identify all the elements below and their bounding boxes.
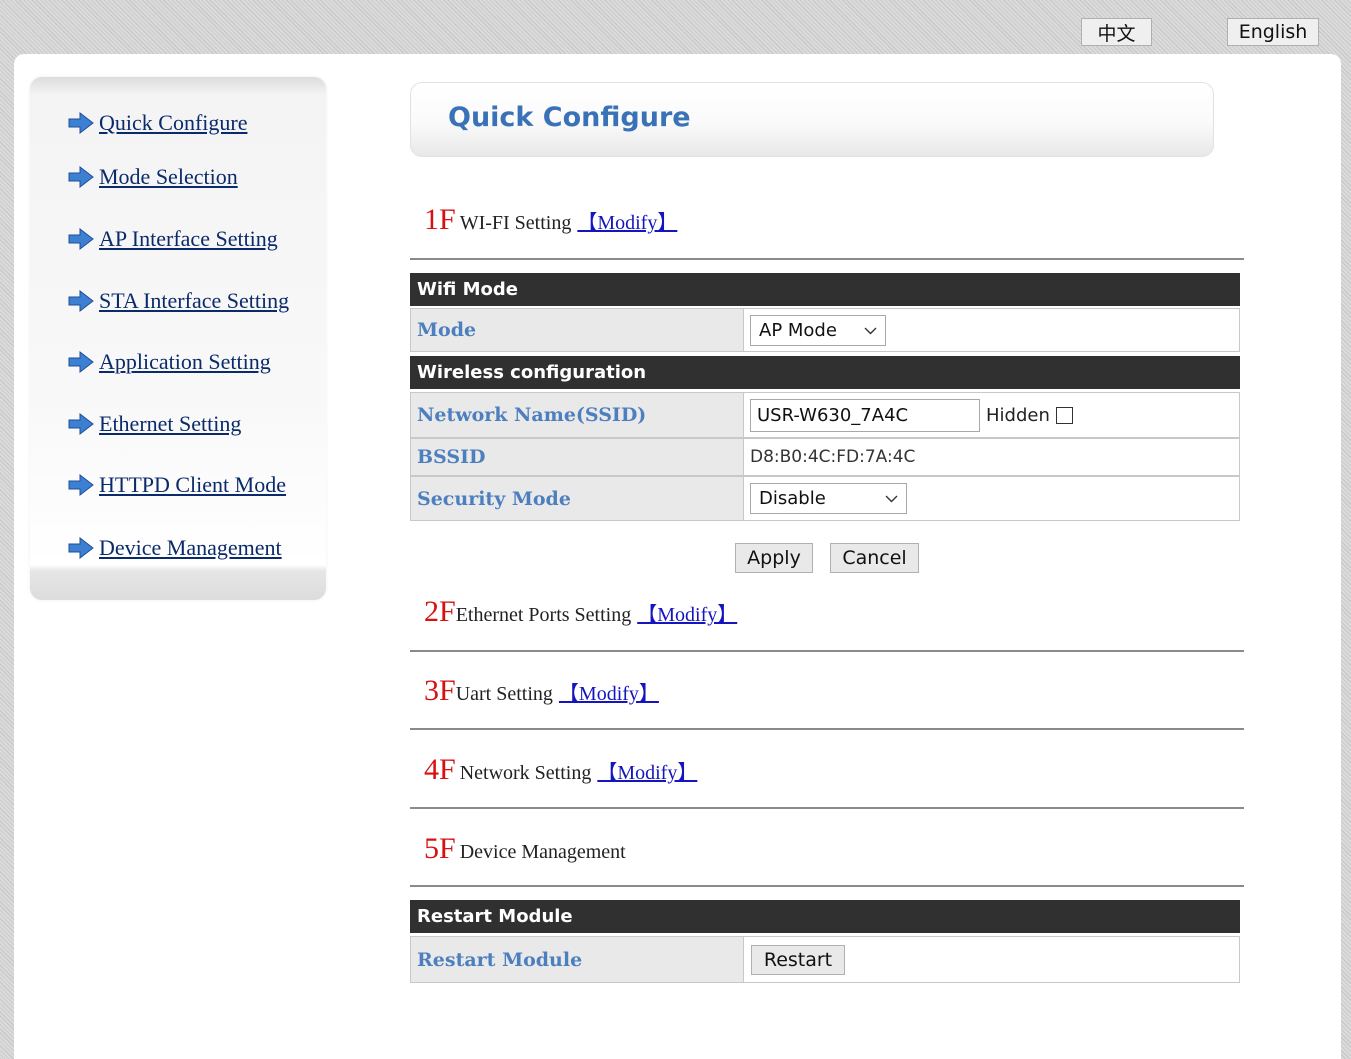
sidebar-item-label[interactable]: Application Setting — [99, 349, 271, 375]
section-network-setting: 4F Network Setting 【Modify】 — [424, 753, 697, 787]
chevron-down-icon — [885, 495, 898, 503]
sidebar-item-device-management[interactable]: Device Management — [68, 535, 282, 561]
sidebar-item-label[interactable]: Mode Selection — [99, 164, 238, 190]
sidebar-item-quick-configure[interactable]: Quick Configure — [68, 110, 247, 136]
sidebar-item-ap-interface-setting[interactable]: AP Interface Setting — [68, 226, 278, 252]
apply-button[interactable]: Apply — [735, 543, 813, 573]
arrow-right-icon — [68, 166, 94, 188]
section-wifi-setting: 1F WI-FI Setting 【Modify】 — [424, 203, 677, 237]
section-number: 1F — [424, 203, 456, 236]
section-number: 4F — [424, 753, 456, 786]
sidebar-item-label[interactable]: Quick Configure — [99, 110, 247, 136]
arrow-right-icon — [68, 474, 94, 496]
mode-select[interactable]: AP Mode — [750, 314, 886, 346]
section-number: 5F — [424, 832, 456, 865]
divider — [410, 650, 1244, 652]
sidebar: Quick Configure Mode Selection AP Interf… — [30, 77, 326, 600]
mode-select-value: AP Mode — [759, 319, 837, 341]
section-uart-setting: 3F Uart Setting 【Modify】 — [424, 674, 659, 708]
security-mode-select[interactable]: Disable — [750, 483, 907, 514]
modify-uart-link[interactable]: 【Modify】 — [559, 677, 659, 706]
section-title: Network Setting — [459, 762, 592, 784]
divider — [410, 258, 1244, 260]
cancel-button[interactable]: Cancel — [830, 543, 919, 573]
bssid-row: BSSID D8:B0:4C:FD:7A:4C — [410, 438, 1240, 476]
bssid-label: BSSID — [411, 439, 744, 475]
divider — [410, 885, 1244, 887]
section-title: Ethernet Ports Setting — [455, 604, 632, 626]
mode-label: Mode — [411, 309, 744, 351]
ssid-label: Network Name(SSID) — [411, 393, 744, 437]
page-title: Quick Configure — [448, 102, 691, 133]
hidden-label: Hidden — [986, 404, 1050, 426]
divider — [410, 728, 1244, 730]
restart-module-label: Restart Module — [411, 937, 744, 982]
sidebar-item-mode-selection[interactable]: Mode Selection — [68, 164, 238, 190]
security-mode-select-value: Disable — [759, 488, 826, 509]
section-device-management: 5F Device Management — [424, 832, 626, 866]
sidebar-item-httpd-client-mode[interactable]: HTTPD Client Mode — [68, 472, 286, 498]
wireless-configuration-header: Wireless configuration — [410, 356, 1240, 389]
section-title: WI-FI Setting — [459, 212, 572, 234]
modify-ethernet-link[interactable]: 【Modify】 — [637, 598, 737, 627]
language-chinese-button[interactable]: 中文 — [1081, 18, 1152, 46]
security-mode-row: Security Mode Disable — [410, 476, 1240, 521]
sidebar-item-ethernet-setting[interactable]: Ethernet Setting — [68, 411, 241, 437]
arrow-right-icon — [68, 112, 94, 134]
restart-module-header: Restart Module — [410, 900, 1240, 933]
section-title: Uart Setting — [455, 683, 553, 705]
hidden-checkbox[interactable] — [1055, 406, 1073, 424]
arrow-right-icon — [68, 351, 94, 373]
ssid-input[interactable] — [750, 398, 980, 432]
section-title: Device Management — [459, 841, 626, 863]
arrow-right-icon — [68, 228, 94, 250]
divider — [410, 807, 1244, 809]
modify-wifi-link[interactable]: 【Modify】 — [577, 206, 677, 235]
sidebar-item-label[interactable]: HTTPD Client Mode — [99, 472, 286, 498]
section-number: 2F — [424, 595, 456, 628]
ssid-row: Network Name(SSID) Hidden — [410, 392, 1240, 438]
sidebar-item-application-setting[interactable]: Application Setting — [68, 349, 271, 375]
restart-button[interactable]: Restart — [751, 945, 845, 975]
modify-network-link[interactable]: 【Modify】 — [597, 756, 697, 785]
wifi-mode-header: Wifi Mode — [410, 273, 1240, 306]
sidebar-item-sta-interface-setting[interactable]: STA Interface Setting — [68, 288, 289, 314]
arrow-right-icon — [68, 537, 94, 559]
section-ethernet-ports-setting: 2F Ethernet Ports Setting 【Modify】 — [424, 595, 737, 629]
sidebar-item-label[interactable]: Ethernet Setting — [99, 411, 241, 437]
arrow-right-icon — [68, 413, 94, 435]
arrow-right-icon — [68, 290, 94, 312]
language-english-button[interactable]: English — [1227, 18, 1319, 46]
sidebar-item-label[interactable]: STA Interface Setting — [99, 288, 289, 314]
section-number: 3F — [424, 674, 456, 707]
bssid-value: D8:B0:4C:FD:7A:4C — [750, 447, 916, 467]
sidebar-item-label[interactable]: AP Interface Setting — [99, 226, 278, 252]
mode-row: Mode AP Mode — [410, 308, 1240, 352]
page-header: Quick Configure — [410, 82, 1214, 157]
security-mode-label: Security Mode — [411, 477, 744, 520]
sidebar-item-label[interactable]: Device Management — [99, 535, 282, 561]
chevron-down-icon — [864, 327, 877, 334]
